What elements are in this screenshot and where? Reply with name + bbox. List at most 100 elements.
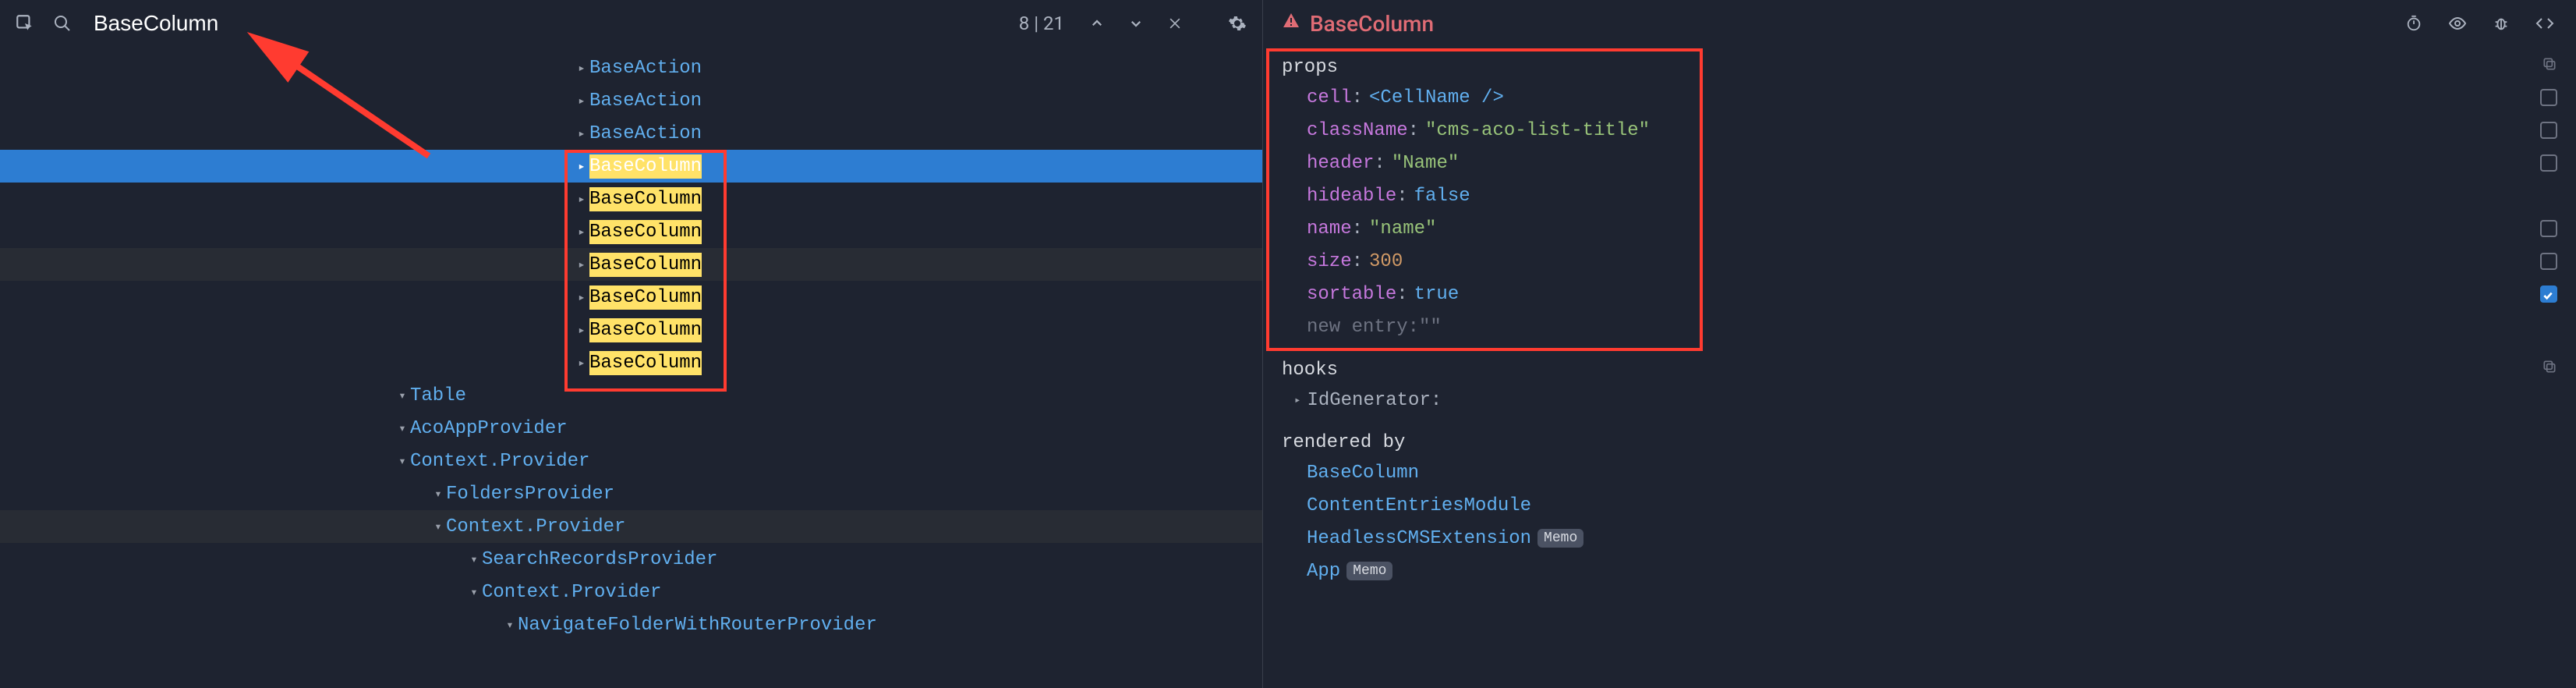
tree-row[interactable]: ▸BaseAction bbox=[0, 117, 1262, 150]
chevron-down-icon[interactable]: ▾ bbox=[430, 486, 446, 502]
tree-row[interactable]: ▾NavigateFolderWithRouterProvider bbox=[0, 608, 1262, 641]
tree-row[interactable]: ▸BaseAction bbox=[0, 51, 1262, 84]
prop-row[interactable]: new entry: "" bbox=[1263, 310, 2576, 343]
tree-row[interactable]: ▾FoldersProvider bbox=[0, 477, 1262, 510]
chevron-right-icon[interactable]: ▸ bbox=[574, 60, 589, 76]
close-search-icon[interactable] bbox=[1162, 11, 1187, 36]
hook-row[interactable]: ▸IdGenerator: bbox=[1263, 384, 2576, 417]
rendered-by-link[interactable]: HeadlessCMSExtension bbox=[1307, 528, 1531, 549]
tree-label: BaseColumn bbox=[589, 285, 702, 310]
tree-row[interactable]: ▸BaseColumn bbox=[0, 183, 1262, 215]
components-panel: 8 | 21 ▸BaseAction▸BaseAction▸BaseAction… bbox=[0, 0, 1263, 688]
tree-row[interactable]: ▾SearchRecordsProvider bbox=[0, 543, 1262, 576]
tree-label: BaseColumn bbox=[589, 318, 702, 342]
tree-row[interactable]: ▸BaseColumn bbox=[0, 314, 1262, 346]
prop-key: cell bbox=[1307, 87, 1352, 108]
source-icon[interactable] bbox=[2532, 11, 2557, 36]
prop-value: "" bbox=[1419, 317, 1442, 338]
tree-label: Table bbox=[410, 385, 466, 406]
rendered-by-link[interactable]: App bbox=[1307, 561, 1340, 582]
chevron-right-icon[interactable]: ▸ bbox=[574, 224, 589, 239]
chevron-right-icon[interactable]: ▸ bbox=[574, 158, 589, 174]
chevron-down-icon[interactable]: ▾ bbox=[466, 584, 482, 600]
prop-row[interactable]: className: "cms-aco-list-title" bbox=[1263, 114, 2576, 147]
prop-value: "Name" bbox=[1392, 153, 1459, 174]
props-section: props cell: <CellName />className: "cms-… bbox=[1263, 47, 2576, 349]
tree-row[interactable]: ▾Table bbox=[0, 379, 1262, 412]
warning-icon bbox=[1282, 12, 1300, 35]
tree-row[interactable]: ▸BaseColumn bbox=[0, 281, 1262, 314]
tree-row[interactable]: ▾Context.Provider bbox=[0, 576, 1262, 608]
search-input[interactable] bbox=[87, 8, 1007, 39]
chevron-down-icon[interactable]: ▾ bbox=[395, 388, 410, 403]
rendered-by-link[interactable]: ContentEntriesModule bbox=[1307, 495, 1531, 516]
rendered-by-row[interactable]: App Memo bbox=[1263, 555, 2576, 587]
prop-key: size bbox=[1307, 251, 1352, 272]
details-panel: BaseColumn props cell: <CellName />class… bbox=[1263, 0, 2576, 688]
tree-label: BaseColumn bbox=[589, 154, 702, 179]
search-result-count: 8 | 21 bbox=[1019, 12, 1064, 34]
chevron-right-icon[interactable]: ▸ bbox=[574, 355, 589, 371]
settings-icon[interactable] bbox=[1225, 11, 1250, 36]
chevron-down-icon[interactable]: ▾ bbox=[395, 453, 410, 469]
inspect-icon[interactable] bbox=[12, 11, 37, 36]
chevron-right-icon[interactable]: ▸ bbox=[574, 93, 589, 108]
prev-result-icon[interactable] bbox=[1085, 11, 1109, 36]
tree-label: BaseColumn bbox=[589, 253, 702, 277]
prop-checkbox[interactable] bbox=[2540, 89, 2557, 106]
prop-key: new entry bbox=[1307, 317, 1408, 338]
tree-row[interactable]: ▸BaseColumn bbox=[0, 248, 1262, 281]
tree-row[interactable]: ▾Context.Provider bbox=[0, 445, 1262, 477]
prop-value: "name" bbox=[1369, 218, 1436, 239]
chevron-right-icon[interactable]: ▸ bbox=[574, 126, 589, 141]
chevron-down-icon[interactable]: ▾ bbox=[502, 617, 518, 633]
chevron-right-icon[interactable]: ▸ bbox=[574, 289, 589, 305]
prop-checkbox[interactable] bbox=[2540, 122, 2557, 139]
chevron-down-icon[interactable]: ▾ bbox=[430, 519, 446, 534]
rendered-by-row[interactable]: HeadlessCMSExtension Memo bbox=[1263, 522, 2576, 555]
rendered-by-row[interactable]: ContentEntriesModule bbox=[1263, 489, 2576, 522]
timer-icon[interactable] bbox=[2401, 11, 2426, 36]
eye-icon[interactable] bbox=[2445, 11, 2470, 36]
prop-row[interactable]: header: "Name" bbox=[1263, 147, 2576, 179]
tree-label: BaseAction bbox=[589, 90, 702, 112]
rendered-by-row[interactable]: BaseColumn bbox=[1263, 456, 2576, 489]
chevron-right-icon[interactable]: ▸ bbox=[574, 257, 589, 272]
tree-row[interactable]: ▸BaseColumn bbox=[0, 215, 1262, 248]
rendered-by-label: rendered by bbox=[1282, 432, 1405, 453]
prop-checkbox[interactable] bbox=[2540, 154, 2557, 172]
copy-icon[interactable] bbox=[2542, 359, 2557, 381]
tree-label: Context.Provider bbox=[482, 582, 661, 603]
bug-icon[interactable] bbox=[2489, 11, 2514, 36]
chevron-right-icon[interactable]: ▸ bbox=[574, 191, 589, 207]
rendered-by-link[interactable]: BaseColumn bbox=[1307, 463, 1419, 484]
prop-checkbox[interactable] bbox=[2540, 220, 2557, 237]
tree-row[interactable]: ▾Context.Provider bbox=[0, 510, 1262, 543]
component-tree[interactable]: ▸BaseAction▸BaseAction▸BaseAction▸BaseCo… bbox=[0, 47, 1262, 688]
prop-checkbox[interactable] bbox=[2540, 253, 2557, 270]
prop-key: className bbox=[1307, 120, 1408, 141]
tree-row[interactable]: ▸BaseColumn bbox=[0, 346, 1262, 379]
copy-icon[interactable] bbox=[2542, 56, 2557, 78]
prop-row[interactable]: name: "name" bbox=[1263, 212, 2576, 245]
memo-badge: Memo bbox=[1537, 529, 1583, 548]
selected-component-name: BaseColumn bbox=[1310, 11, 1434, 37]
chevron-down-icon[interactable]: ▾ bbox=[466, 551, 482, 567]
prop-checkbox[interactable] bbox=[2540, 285, 2557, 303]
search-toolbar: 8 | 21 bbox=[0, 0, 1262, 47]
chevron-right-icon[interactable]: ▸ bbox=[574, 322, 589, 338]
chevron-right-icon[interactable]: ▸ bbox=[1294, 394, 1300, 407]
chevron-down-icon[interactable]: ▾ bbox=[395, 420, 410, 436]
prop-row[interactable]: size: 300 bbox=[1263, 245, 2576, 278]
tree-row[interactable]: ▾AcoAppProvider bbox=[0, 412, 1262, 445]
next-result-icon[interactable] bbox=[1123, 11, 1148, 36]
prop-value: false bbox=[1414, 186, 1470, 207]
prop-row[interactable]: hideable: false bbox=[1263, 179, 2576, 212]
tree-row[interactable]: ▸BaseColumn bbox=[0, 150, 1262, 183]
prop-row[interactable]: sortable: true bbox=[1263, 278, 2576, 310]
search-icon bbox=[50, 11, 75, 36]
memo-badge: Memo bbox=[1346, 562, 1392, 580]
props-container: props cell: <CellName />className: "cms-… bbox=[1263, 47, 2576, 688]
tree-row[interactable]: ▸BaseAction bbox=[0, 84, 1262, 117]
prop-row[interactable]: cell: <CellName /> bbox=[1263, 81, 2576, 114]
